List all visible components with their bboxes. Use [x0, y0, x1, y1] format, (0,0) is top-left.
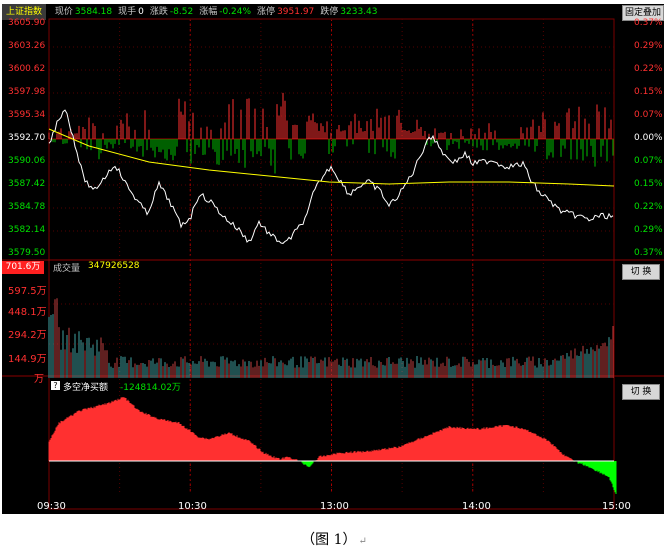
field-label: 涨幅 — [199, 7, 218, 17]
quote-fields: 现价 3584.18 现手 0 涨跌 -8.52 涨幅 -0.24% 涨停 3951.97 跌停 32… — [49, 4, 378, 20]
price-tick: 3584.78 — [8, 202, 46, 212]
field-value: -0.24% — [219, 7, 252, 17]
figure-caption: （图 1） ↵ — [0, 529, 668, 549]
price-tick: 3605.90 — [8, 18, 46, 28]
price-tick: 3590.06 — [8, 156, 46, 166]
price-tick: 3582.14 — [8, 225, 46, 235]
pct-tick: 0.29% — [634, 41, 663, 51]
pct-tick: 0.37% — [634, 18, 663, 28]
field-value: 3951.97 — [277, 7, 315, 17]
price-tick: 3600.62 — [8, 64, 46, 74]
net-buy-label: 多空净买额 — [63, 383, 109, 393]
help-icon[interactable]: ? — [51, 381, 60, 390]
time-tick: 14:00 — [462, 501, 491, 512]
field-label: 涨跌 — [149, 7, 168, 17]
field-value: 3233.43 — [340, 7, 378, 17]
pct-tick: 0.29% — [634, 225, 663, 235]
pct-tick: 0.37% — [634, 248, 663, 258]
info-bar: 上证指数 现价 3584.18 现手 0 涨跌 -8.52 涨幅 -0.24% 涨停 3951.9… — [2, 4, 664, 20]
field-label: 现手 — [118, 7, 137, 17]
price-tick: 3595.34 — [8, 110, 46, 120]
price-tick: 3597.98 — [8, 87, 46, 97]
time-tick: 13:00 — [320, 501, 349, 512]
field-value: 0 — [138, 7, 144, 17]
pct-tick: 0.07% — [634, 110, 663, 120]
intraday-chart: 上证指数 现价 3584.18 现手 0 涨跌 -8.52 涨幅 -0.24% 涨停 3951.9… — [2, 4, 664, 514]
volume-label: 成交量 — [53, 264, 81, 274]
field-label: 现价 — [54, 7, 73, 17]
pct-tick: 0.22% — [634, 202, 663, 212]
field-value: 3584.18 — [74, 7, 113, 17]
chart-canvas — [2, 18, 664, 510]
field-label: 跌停 — [320, 7, 339, 17]
pct-tick: 0.15% — [634, 87, 663, 97]
pct-tick: 0.22% — [634, 64, 663, 74]
caption-text: （图 1） — [301, 532, 357, 548]
price-tick: 3603.26 — [8, 41, 46, 51]
volume-current-value: 701.6万 — [2, 261, 44, 274]
volume-switch-button[interactable]: 切 换 — [622, 264, 660, 280]
field-value: -8.52 — [169, 7, 194, 17]
volume-value: 347926528 — [88, 261, 140, 271]
pct-tick: 0.07% — [634, 156, 663, 166]
net-buy-value: -124814.02万 — [120, 383, 181, 393]
volume-tick: 144.9万 — [8, 354, 47, 365]
net-switch-button[interactable]: 切 换 — [622, 384, 660, 400]
price-tick: 3579.50 — [8, 248, 46, 258]
volume-tick: 294.2万 — [8, 330, 47, 341]
price-tick: 3587.42 — [8, 179, 46, 189]
price-tick: 3592.70 — [8, 133, 46, 143]
pct-tick: 0.00% — [634, 133, 663, 143]
volume-tick: 万 — [34, 374, 44, 385]
time-tick: 09:30 — [37, 501, 66, 512]
volume-tick: 597.5万 — [8, 286, 47, 297]
pct-tick: 0.15% — [634, 179, 663, 189]
field-label: 涨停 — [257, 7, 276, 17]
volume-tick: 448.1万 — [8, 307, 47, 318]
time-tick: 15:00 — [602, 501, 631, 512]
return-mark: ↵ — [358, 536, 367, 547]
time-tick: 10:30 — [178, 501, 207, 512]
